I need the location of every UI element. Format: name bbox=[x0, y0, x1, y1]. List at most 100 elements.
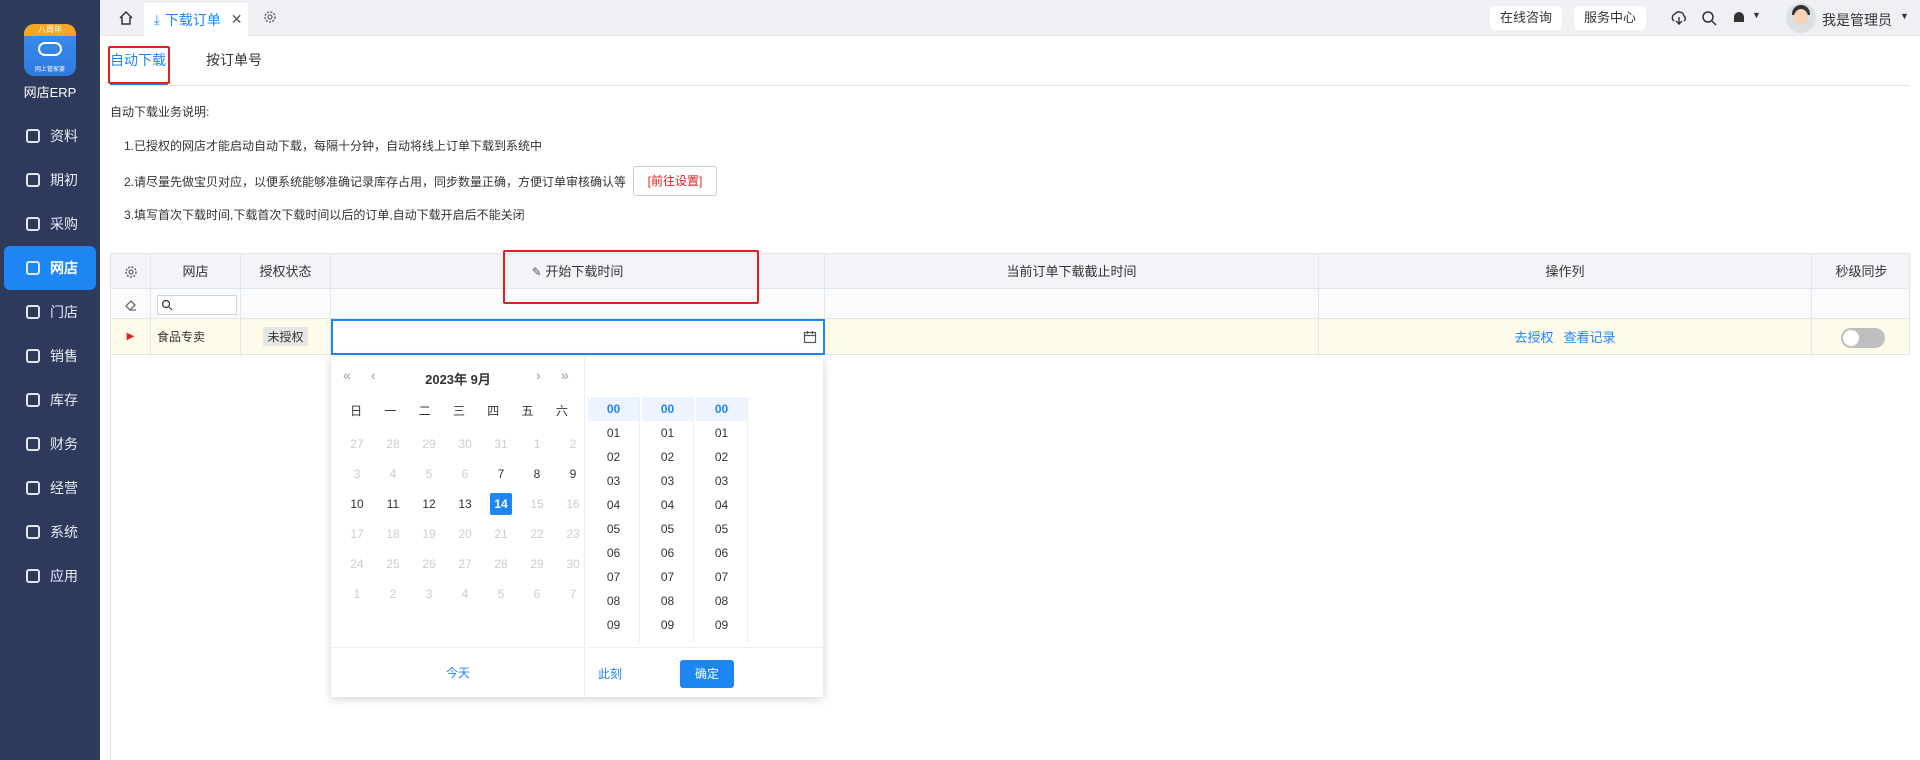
hour-option[interactable]: 10 bbox=[588, 637, 639, 643]
calendar-title[interactable]: 2023年 9月 bbox=[331, 369, 585, 388]
minute-option[interactable]: 03 bbox=[642, 469, 693, 493]
column-settings-cell[interactable] bbox=[111, 254, 151, 290]
sidebar-item-2[interactable]: 采购 bbox=[0, 202, 100, 246]
bell-icon[interactable] bbox=[1730, 9, 1748, 27]
warehouse-icon bbox=[26, 393, 40, 407]
second-option[interactable]: 01 bbox=[696, 421, 747, 445]
sidebar-item-10[interactable]: 应用 bbox=[0, 554, 100, 598]
calendar-day[interactable]: 11 bbox=[382, 493, 404, 515]
minute-option[interactable]: 04 bbox=[642, 493, 693, 517]
header-shop: 网店 bbox=[151, 254, 241, 290]
eraser-icon[interactable] bbox=[124, 297, 138, 311]
cloud-download-icon[interactable] bbox=[1670, 9, 1688, 27]
start-time-input[interactable] bbox=[331, 319, 825, 355]
minute-option[interactable]: 09 bbox=[642, 613, 693, 637]
now-button[interactable]: 此刻 bbox=[598, 665, 622, 682]
goto-settings-button[interactable]: [前往设置] bbox=[633, 166, 717, 196]
sidebar-item-8[interactable]: 经营 bbox=[0, 466, 100, 510]
minute-option[interactable]: 02 bbox=[642, 445, 693, 469]
minute-column[interactable]: 0001020304050607080910 bbox=[642, 397, 694, 643]
hour-option[interactable]: 01 bbox=[588, 421, 639, 445]
hour-option[interactable]: 05 bbox=[588, 517, 639, 541]
calendar-day[interactable]: 7 bbox=[490, 463, 512, 485]
minute-option[interactable]: 06 bbox=[642, 541, 693, 565]
sidebar-item-9[interactable]: 系统 bbox=[0, 510, 100, 554]
calendar-day[interactable]: 9 bbox=[562, 463, 584, 485]
calendar-day[interactable]: 14 bbox=[490, 493, 512, 515]
calendar-day[interactable]: 8 bbox=[526, 463, 548, 485]
service-center-button[interactable]: 服务中心 bbox=[1574, 6, 1647, 30]
shop-search-input[interactable] bbox=[157, 295, 237, 315]
confirm-button[interactable]: 确定 bbox=[680, 660, 734, 688]
second-option[interactable]: 06 bbox=[696, 541, 747, 565]
tab-by-order-number[interactable]: 按订单号 bbox=[206, 50, 262, 70]
second-column[interactable]: 0001020304050607080910 bbox=[696, 397, 748, 643]
sidebar-item-1[interactable]: 期初 bbox=[0, 158, 100, 202]
hour-option[interactable]: 03 bbox=[588, 469, 639, 493]
user-menu-chevron-icon[interactable]: ▼ bbox=[1900, 11, 1909, 21]
avatar[interactable] bbox=[1786, 3, 1816, 33]
user-name[interactable]: 我是管理员 bbox=[1822, 10, 1892, 30]
view-records-link[interactable]: 查看记录 bbox=[1564, 327, 1616, 346]
calendar-day[interactable]: 10 bbox=[346, 493, 368, 515]
description-line1: 1.已授权的网店才能启动自动下载，每隔十分钟，自动将线上订单下载到系统中 bbox=[124, 139, 543, 153]
gear-icon[interactable] bbox=[123, 264, 139, 280]
second-sync-toggle[interactable] bbox=[1841, 328, 1885, 348]
search-icon[interactable] bbox=[1700, 9, 1718, 27]
hour-option[interactable]: 09 bbox=[588, 613, 639, 637]
weekday-row: 日一二三四五六 bbox=[339, 402, 579, 419]
second-option[interactable]: 08 bbox=[696, 589, 747, 613]
online-consult-button[interactable]: 在线咨询 bbox=[1490, 6, 1563, 30]
clear-filter-cell[interactable] bbox=[111, 289, 151, 318]
minute-option[interactable]: 01 bbox=[642, 421, 693, 445]
next-month-icon[interactable]: › bbox=[536, 367, 541, 383]
sidebar-item-0[interactable]: 资料 bbox=[0, 114, 100, 158]
gear-icon[interactable] bbox=[262, 9, 278, 25]
today-button[interactable]: 今天 bbox=[331, 647, 585, 697]
hour-option[interactable]: 08 bbox=[588, 589, 639, 613]
minute-option[interactable]: 10 bbox=[642, 637, 693, 643]
minute-option[interactable]: 07 bbox=[642, 565, 693, 589]
calendar-day: 5 bbox=[425, 467, 433, 481]
calendar-icon[interactable] bbox=[803, 330, 817, 344]
calendar-day: 6 bbox=[533, 587, 541, 601]
second-option[interactable]: 09 bbox=[696, 613, 747, 637]
sidebar-item-5[interactable]: 销售 bbox=[0, 334, 100, 378]
second-option[interactable]: 10 bbox=[696, 637, 747, 643]
second-option[interactable]: 07 bbox=[696, 565, 747, 589]
second-option[interactable]: 04 bbox=[696, 493, 747, 517]
weekday-label: 一 bbox=[384, 404, 397, 418]
next-year-icon[interactable]: » bbox=[561, 367, 569, 383]
sidebar-item-7[interactable]: 财务 bbox=[0, 422, 100, 466]
calendar-day: 15 bbox=[530, 497, 544, 511]
second-option[interactable]: 05 bbox=[696, 517, 747, 541]
minute-option[interactable]: 00 bbox=[642, 397, 693, 421]
minute-option[interactable]: 05 bbox=[642, 517, 693, 541]
minute-option[interactable]: 08 bbox=[642, 589, 693, 613]
hour-option[interactable]: 02 bbox=[588, 445, 639, 469]
header-cutoff-time: 当前订单下载截止时间 bbox=[825, 254, 1319, 290]
hour-column[interactable]: 0001020304050607080910 bbox=[588, 397, 640, 643]
header-auth-status: 授权状态 bbox=[241, 254, 331, 290]
second-option[interactable]: 00 bbox=[696, 397, 747, 421]
sidebar-item-4[interactable]: 门店 bbox=[0, 290, 100, 334]
highlight-box-start-time bbox=[503, 250, 759, 304]
sidebar-item-6[interactable]: 库存 bbox=[0, 378, 100, 422]
home-icon[interactable] bbox=[118, 10, 134, 26]
store-icon bbox=[26, 261, 40, 275]
cutoff-time-cell bbox=[825, 319, 1319, 354]
second-option[interactable]: 03 bbox=[696, 469, 747, 493]
tab-download-orders[interactable]: ⤓ 下载订单 ✕ bbox=[144, 3, 248, 36]
calendar-day[interactable]: 13 bbox=[454, 493, 476, 515]
sidebar-item-3[interactable]: 网店 bbox=[4, 246, 96, 290]
hour-option[interactable]: 07 bbox=[588, 565, 639, 589]
close-icon[interactable]: ✕ bbox=[231, 11, 243, 28]
hour-option[interactable]: 06 bbox=[588, 541, 639, 565]
hour-option[interactable]: 00 bbox=[588, 397, 639, 421]
hour-option[interactable]: 04 bbox=[588, 493, 639, 517]
second-option[interactable]: 02 bbox=[696, 445, 747, 469]
calendar-day[interactable]: 12 bbox=[418, 493, 440, 515]
table-row[interactable]: ▶ 食品专卖 未授权 去授权 查看记录 bbox=[110, 319, 1910, 355]
authorize-link[interactable]: 去授权 bbox=[1514, 327, 1553, 346]
chevron-down-icon[interactable]: ▼ bbox=[1752, 10, 1761, 20]
